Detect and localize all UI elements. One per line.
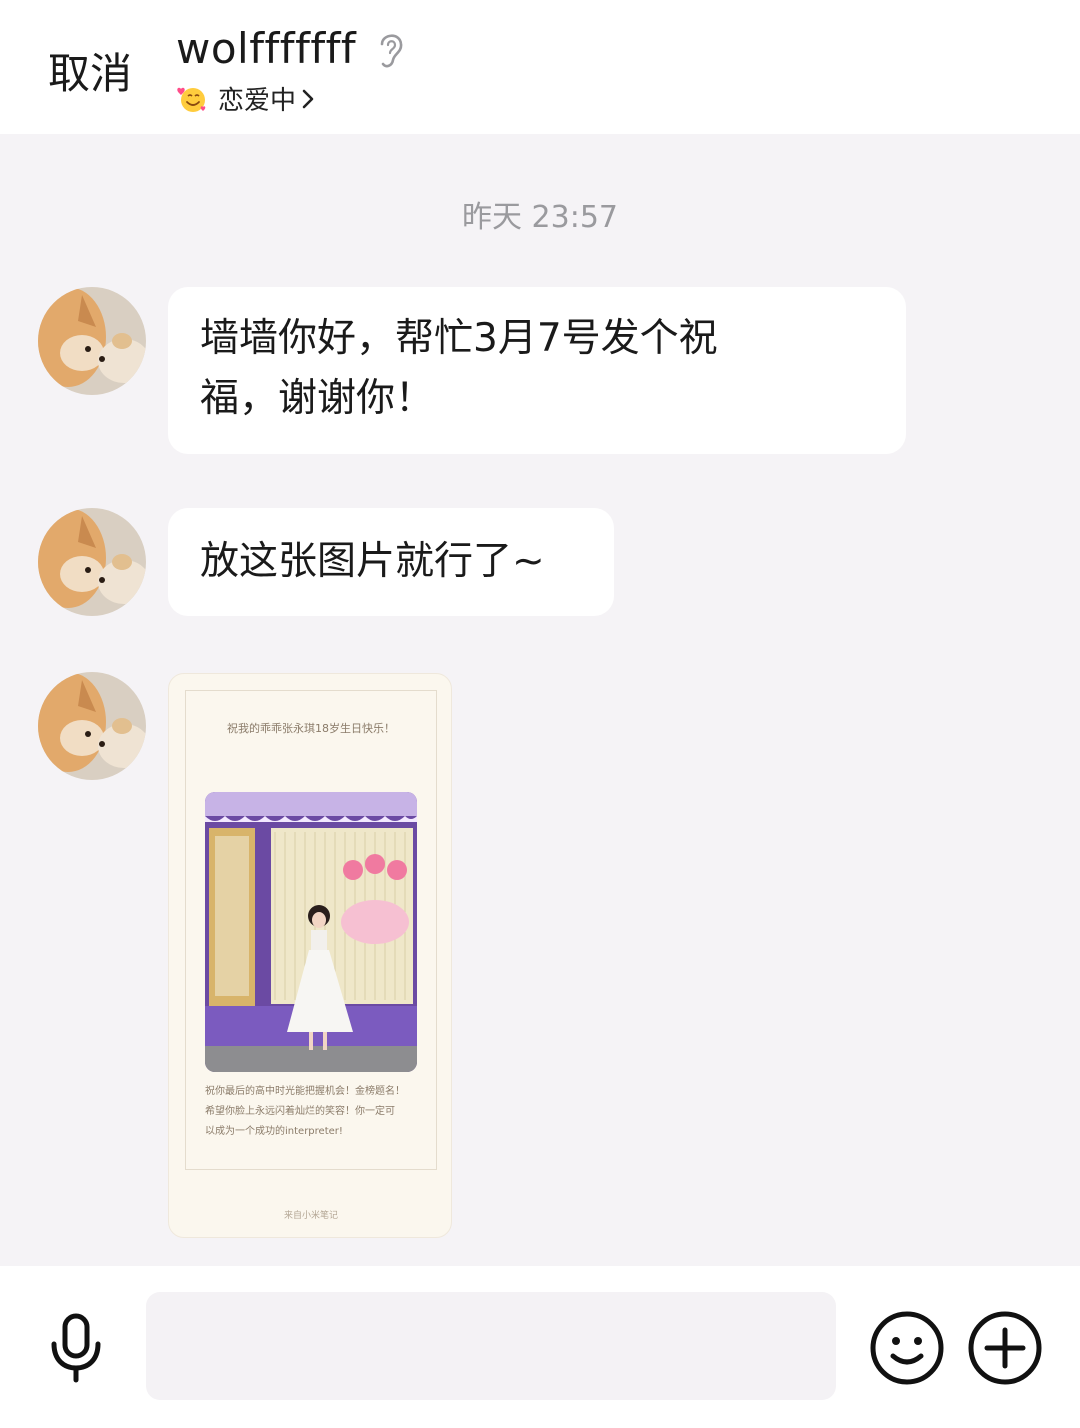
avatar[interactable] bbox=[38, 508, 146, 616]
avatar-image bbox=[38, 508, 146, 616]
avatar[interactable] bbox=[38, 287, 146, 395]
ear-icon[interactable] bbox=[374, 28, 406, 70]
message-text-line: 放这张图片就行了~ bbox=[200, 539, 545, 584]
photo-image bbox=[205, 792, 417, 1072]
relationship-status[interactable]: 恋爱中 bbox=[176, 80, 316, 117]
smiling-face-with-hearts-icon bbox=[177, 87, 206, 112]
smiley-face-icon[interactable] bbox=[869, 1310, 945, 1386]
card-body: 祝你最后的高中时光能把握机会！金榜题名！ 希望你脸上永远闪着灿烂的笑容！你一定可… bbox=[205, 1082, 421, 1142]
message-input[interactable] bbox=[146, 1292, 836, 1400]
avatar-image bbox=[38, 672, 146, 780]
chat-header: 取消 wolfffffff 恋爱中 bbox=[0, 0, 1080, 134]
message-bubble[interactable]: 墙墙你好，帮忙3月7号发个祝 福，谢谢你！ bbox=[168, 287, 906, 454]
card-photo bbox=[205, 792, 417, 1072]
cancel-button[interactable]: 取消 bbox=[48, 40, 132, 101]
plus-circle-icon[interactable] bbox=[967, 1310, 1043, 1386]
contact-name-row: wolfffffff bbox=[176, 24, 406, 73]
card-body-line: 以成为一个成功的interpreter! bbox=[205, 1126, 343, 1137]
message-bubble[interactable]: 放这张图片就行了~ bbox=[168, 508, 614, 616]
microphone-icon[interactable] bbox=[46, 1312, 106, 1384]
avatar[interactable] bbox=[38, 672, 146, 780]
status-label: 恋爱中 bbox=[218, 86, 297, 116]
message-text-line: 福，谢谢你！ bbox=[200, 376, 435, 421]
contact-name[interactable]: wolfffffff bbox=[176, 24, 356, 73]
card-source: 来自小米笔记 bbox=[283, 1211, 338, 1221]
image-message[interactable]: 祝我的乖乖张永琪18岁生日快乐！ 祝你最后的高中时光能把握机会！金榜题名！ 希望 bbox=[168, 673, 452, 1238]
card-body-line: 希望你脸上永远闪着灿烂的笑容！你一定可 bbox=[205, 1106, 395, 1117]
card-title: 祝我的乖乖张永琪18岁生日快乐！ bbox=[227, 722, 395, 735]
avatar-image bbox=[38, 287, 146, 395]
message-text-line: 墙墙你好，帮忙3月7号发个祝 bbox=[200, 316, 718, 361]
chevron-right-icon bbox=[302, 89, 314, 108]
message-timestamp: 昨天 23:57 bbox=[462, 200, 618, 235]
card-body-line: 祝你最后的高中时光能把握机会！金榜题名！ bbox=[205, 1086, 405, 1097]
